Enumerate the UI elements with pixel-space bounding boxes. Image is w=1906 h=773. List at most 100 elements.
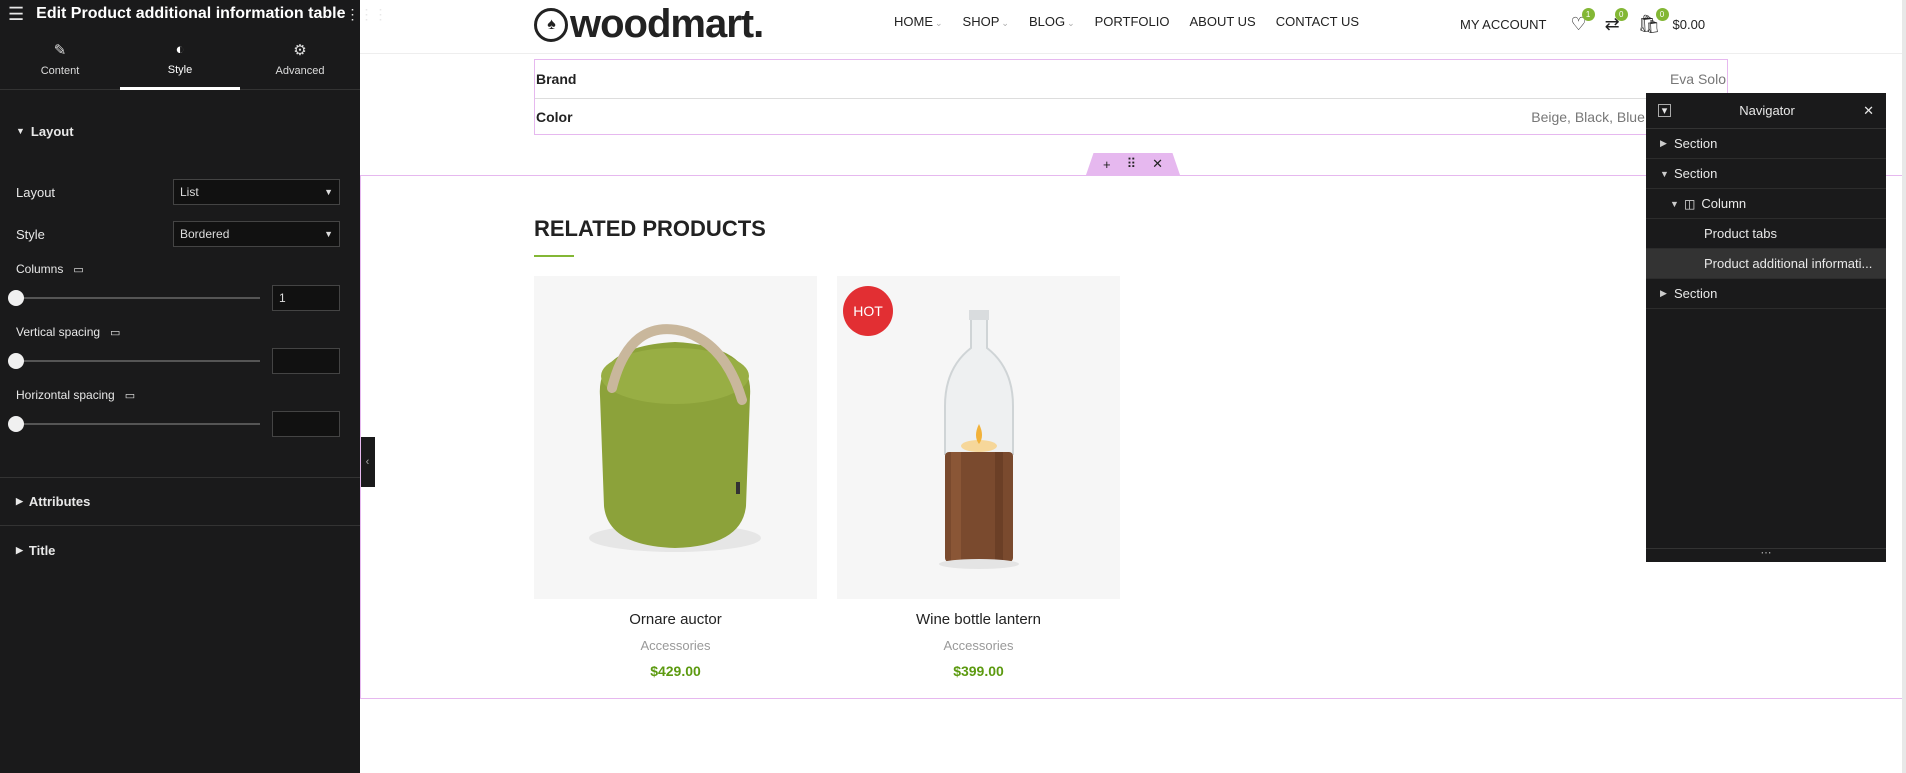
navigator-resize-handle[interactable]: ⋯ xyxy=(1646,548,1886,562)
desktop-icon[interactable]: ▭ xyxy=(73,263,83,276)
columns-label-group: Columns ▭ xyxy=(16,262,84,276)
nav-item-label: SHOP xyxy=(962,14,1000,29)
compare-count: 0 xyxy=(1614,8,1628,21)
desktop-icon[interactable]: ▭ xyxy=(125,389,135,402)
hot-badge: HOT xyxy=(843,286,893,336)
section-toolbar: + ⠿ ✕ xyxy=(1086,153,1180,175)
navigator-item-widget-selected[interactable]: Product additional informati... xyxy=(1646,249,1886,279)
wishlist-count: 1 xyxy=(1581,8,1595,21)
cart-icon[interactable]: 🛍 0 xyxy=(1638,8,1669,35)
horizontal-spacing-slider-handle[interactable] xyxy=(8,416,24,432)
layout-control: Layout List ▼ xyxy=(16,179,340,205)
chevron-down-icon: ▼ xyxy=(324,187,333,197)
layout-select[interactable]: List ▼ xyxy=(173,179,340,205)
navigator-item-section[interactable]: ▼ Section xyxy=(1646,159,1886,189)
info-key: Color xyxy=(536,109,573,125)
horizontal-spacing-slider[interactable] xyxy=(8,416,260,432)
editor-tabs: ✎ Content ◐ Style ⚙ Advanced xyxy=(0,28,360,90)
style-control: Style Bordered ▼ xyxy=(16,221,340,247)
navigator-item-label: Product tabs xyxy=(1704,226,1777,241)
additional-info-table[interactable]: Brand Eva Solo Color Beige, Black, Blue,… xyxy=(534,59,1728,135)
drag-handle-icon[interactable]: ⠿ xyxy=(1127,156,1137,172)
columns-slider[interactable] xyxy=(8,290,260,306)
product-category[interactable]: Accessories xyxy=(534,638,817,653)
layout-section-toggle[interactable]: ▼ Layout xyxy=(0,106,360,156)
header-actions: MY ACCOUNT ♡ 1 ⇄ 0 🛍 0 $0.00 xyxy=(1460,8,1706,35)
my-account-link[interactable]: MY ACCOUNT xyxy=(1460,17,1546,32)
style-select[interactable]: Bordered ▼ xyxy=(173,221,340,247)
vertical-spacing-slider[interactable] xyxy=(8,353,260,369)
tab-content[interactable]: ✎ Content xyxy=(0,28,120,89)
tab-content-label: Content xyxy=(40,64,80,77)
vertical-spacing-slider-handle[interactable] xyxy=(8,353,24,369)
chevron-down-icon: ▼ xyxy=(324,229,333,239)
navigator-item-label: Section xyxy=(1674,166,1718,181)
desktop-icon[interactable]: ▭ xyxy=(110,326,120,339)
main-nav: HOME ⌄ SHOP ⌄ BLOG ⌄ PORTFOLIO ABOUT US CON… xyxy=(894,14,1359,29)
nav-item-label: BLOG xyxy=(1028,14,1066,29)
collapse-all-icon[interactable]: ▾ xyxy=(1658,104,1671,117)
columns-slider-handle[interactable] xyxy=(8,290,24,306)
attributes-section-toggle[interactable]: ▶ Attributes xyxy=(0,477,360,525)
nav-item-about[interactable]: ABOUT US xyxy=(1190,14,1256,29)
title-section-toggle[interactable]: ▶ Title xyxy=(0,525,360,575)
nav-item-blog[interactable]: BLOG ⌄ xyxy=(1029,14,1075,29)
contrast-icon: ◐ xyxy=(175,41,185,58)
product-name[interactable]: Wine bottle lantern xyxy=(837,611,1120,628)
horizontal-spacing-input[interactable] xyxy=(272,411,340,437)
columns-input[interactable]: 1 xyxy=(272,285,340,311)
tab-style[interactable]: ◐ Style xyxy=(120,28,240,90)
layout-select-value: List xyxy=(180,185,199,199)
product-image[interactable] xyxy=(534,276,817,599)
chevron-down-icon: ⌄ xyxy=(1067,18,1075,28)
hamburger-menu-icon[interactable]: ☰ xyxy=(8,4,24,25)
related-products-title: RELATED PRODUCTS xyxy=(534,216,766,241)
vertical-spacing-label-group: Vertical spacing ▭ xyxy=(16,325,120,339)
tab-style-label: Style xyxy=(167,64,193,76)
product-price: $399.00 xyxy=(953,663,1004,679)
caret-down-icon: ▼ xyxy=(1660,168,1669,179)
navigator-item-section[interactable]: ▶ Section xyxy=(1646,279,1886,309)
caret-right-icon: ▶ xyxy=(16,544,23,555)
vertical-spacing-input[interactable] xyxy=(272,348,340,374)
navigator-item-widget[interactable]: Product tabs xyxy=(1646,219,1886,249)
editor-title: Edit Product additional information tabl… xyxy=(36,5,346,22)
navigator-item-section[interactable]: ▶ Section xyxy=(1646,129,1886,159)
nav-item-shop[interactable]: SHOP ⌄ xyxy=(963,14,1009,29)
layout-section-heading: Layout xyxy=(30,123,74,139)
navigator-header[interactable]: ▾ Navigator ✕ xyxy=(1646,93,1886,129)
wishlist-icon[interactable]: ♡ 1 xyxy=(1570,8,1595,35)
close-icon[interactable]: ✕ xyxy=(1152,156,1163,172)
tab-advanced[interactable]: ⚙ Advanced xyxy=(240,28,360,89)
navigator-item-label: Section xyxy=(1674,286,1718,301)
product-card[interactable]: Ornare auctor Accessories $429.00 xyxy=(534,276,817,679)
product-image[interactable]: HOT xyxy=(837,276,1120,599)
nav-item-portfolio[interactable]: PORTFOLIO xyxy=(1095,14,1170,29)
caret-down-icon: ▼ xyxy=(16,126,25,136)
navigator-item-column[interactable]: ▼ ◫ Column xyxy=(1646,189,1886,219)
gear-icon: ⚙ xyxy=(293,41,307,59)
product-name[interactable]: Ornare auctor xyxy=(534,611,817,628)
add-section-icon[interactable]: + xyxy=(1103,157,1111,172)
green-stool-image xyxy=(589,324,761,552)
caret-right-icon: ▶ xyxy=(1660,138,1667,148)
title-underline xyxy=(534,255,574,257)
cart-total[interactable]: $0.00 xyxy=(1673,17,1706,32)
product-card[interactable]: HOT Wine bottle lantern Accessories $399… xyxy=(837,276,1120,679)
pencil-icon: ✎ xyxy=(53,41,67,59)
navigator-title: Navigator xyxy=(1739,103,1795,118)
product-price: $429.00 xyxy=(650,663,701,679)
site-logo[interactable]: ♠ woodmart. xyxy=(534,2,764,47)
product-category[interactable]: Accessories xyxy=(837,638,1120,653)
nav-item-label: HOME xyxy=(894,14,933,29)
style-select-value: Bordered xyxy=(180,227,230,241)
vertical-spacing-label: Vertical spacing xyxy=(16,325,101,339)
column-icon: ◫ xyxy=(1684,196,1696,211)
nav-item-contact[interactable]: CONTACT US xyxy=(1276,14,1359,29)
scrollbar[interactable] xyxy=(1902,0,1906,773)
columns-label: Columns xyxy=(16,262,64,276)
close-icon[interactable]: ✕ xyxy=(1863,103,1874,119)
compare-icon[interactable]: ⇄ 0 xyxy=(1605,8,1628,35)
tree-logo-icon: ♠ xyxy=(534,7,568,42)
nav-item-home[interactable]: HOME ⌄ xyxy=(894,14,943,29)
